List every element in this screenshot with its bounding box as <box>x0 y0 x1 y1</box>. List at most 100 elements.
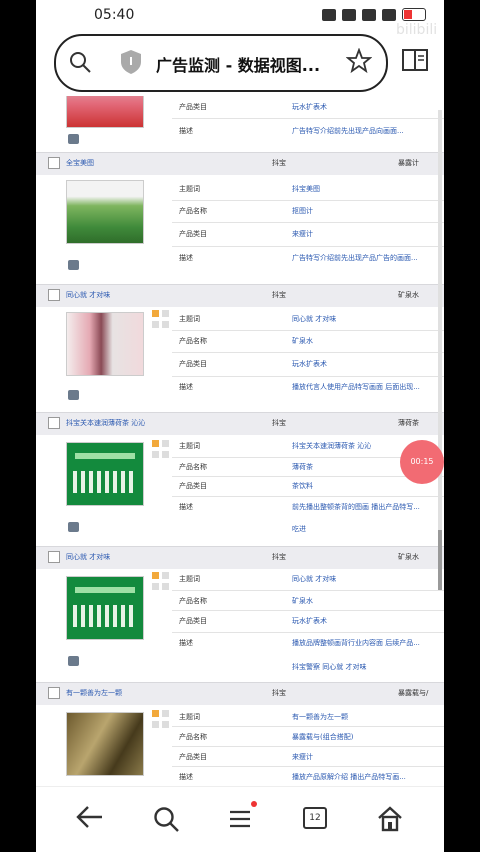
shop-icon[interactable] <box>68 656 79 666</box>
tag-icon <box>152 572 159 579</box>
field-label: 描述 <box>179 639 193 647</box>
field-value: 抖宝警察 同心就 才对味 <box>292 663 367 671</box>
notification-icon <box>322 8 336 21</box>
row-checkbox[interactable] <box>48 687 60 699</box>
tag-icon <box>162 710 169 717</box>
ad-title-link[interactable]: 同心就 才对味 <box>66 552 110 562</box>
ad-thumbnail[interactable] <box>66 312 144 376</box>
field-value[interactable]: 薄荷茶 <box>292 462 313 472</box>
search-icon[interactable] <box>152 805 180 833</box>
field-value[interactable]: 矿泉水 <box>292 596 313 606</box>
reader-mode-icon[interactable] <box>402 48 428 72</box>
scrollbar-thumb[interactable] <box>438 530 442 590</box>
tabs-button[interactable]: 12 <box>303 807 327 829</box>
row-checkbox[interactable] <box>48 551 60 563</box>
field-value: 广告特写介绍前先出现产品广告的画面... <box>292 254 418 262</box>
menu-icon[interactable] <box>228 809 252 829</box>
phone-screen: 05:40 bilibili 广告监测 - 数据视图... 产品类目 玩水扩表术… <box>36 0 444 852</box>
floating-timer-button[interactable]: 00:15 <box>400 440 444 484</box>
ad-thumbnail[interactable] <box>66 180 144 244</box>
notification-dot <box>251 801 257 807</box>
field-value[interactable]: 来瘦计 <box>292 229 313 239</box>
row-header: 抖宝关本速润薄荷茶 沁沁 抖宝 薄荷茶 <box>36 412 444 435</box>
field-label: 主题词 <box>179 442 200 450</box>
field-label: 产品名称 <box>179 463 207 471</box>
field-label: 产品名称 <box>179 733 207 741</box>
ad-title-link[interactable]: 同心就 才对味 <box>66 290 110 300</box>
field-label: 描述 <box>179 383 193 391</box>
search-icon[interactable] <box>68 50 92 74</box>
field-label: 主题词 <box>179 315 200 323</box>
row-header: 全宝美图 抖宝 暴露计 <box>36 152 444 175</box>
page-title[interactable]: 广告监测 - 数据视图... <box>156 52 320 76</box>
ad-thumbnail[interactable] <box>66 442 144 506</box>
shop-icon[interactable] <box>68 134 79 144</box>
field-label: 产品类目 <box>179 482 207 490</box>
signal-icon <box>382 8 396 21</box>
field-value: 播放代言人使用产品特写画面 后面出现... <box>292 383 420 391</box>
shield-icon <box>121 50 141 74</box>
home-icon[interactable] <box>376 805 404 833</box>
field-value: 吃进 <box>292 525 306 533</box>
ad-title-link[interactable]: 有一颗善为左一颗 <box>66 688 122 698</box>
tag-icon <box>162 440 169 447</box>
watermark: bilibili <box>396 22 438 38</box>
shop-icon[interactable] <box>68 522 79 532</box>
field-value[interactable]: 同心就 才对味 <box>292 314 336 324</box>
tag-icon <box>152 583 159 590</box>
field-label: 产品类目 <box>179 103 207 111</box>
field-value[interactable]: 同心就 才对味 <box>292 574 336 584</box>
ad-thumbnail[interactable] <box>66 96 144 128</box>
tag-icon <box>152 310 159 317</box>
field-label: 产品名称 <box>179 337 207 345</box>
address-bar[interactable]: 广告监测 - 数据视图... <box>54 34 388 92</box>
brand-cell: 抖宝 <box>272 553 286 561</box>
star-icon[interactable] <box>346 48 372 74</box>
field-label: 主题词 <box>179 185 200 193</box>
table-row: 全宝美图 抖宝 暴露计 主题词 抖宝美图 产品名称 抠图计 产品类目 来瘦计 描… <box>36 152 444 284</box>
ad-title-link[interactable]: 抖宝关本速润薄荷茶 沁沁 <box>66 418 145 428</box>
field-label: 描述 <box>179 503 193 511</box>
field-value[interactable]: 暴露载与(组合搭配) <box>292 732 353 742</box>
status-icons <box>322 8 426 21</box>
ad-thumbnail[interactable] <box>66 576 144 640</box>
field-value[interactable]: 抖宝关本速润薄荷茶 沁沁 <box>292 441 371 451</box>
field-value[interactable]: 来瘦计 <box>292 752 313 762</box>
scrollbar[interactable] <box>438 110 442 590</box>
tag-icon <box>162 451 169 458</box>
battery-icon <box>402 8 426 21</box>
brand-cell: 抖宝 <box>272 291 286 299</box>
bottom-navigation: 12 <box>36 786 444 852</box>
tag-icon <box>162 310 169 317</box>
row-checkbox[interactable] <box>48 289 60 301</box>
product-cell: 矿泉水 <box>398 553 419 561</box>
shop-icon[interactable] <box>68 390 79 400</box>
field-label: 产品类目 <box>179 617 207 625</box>
back-arrow-icon[interactable] <box>76 805 104 829</box>
row-checkbox[interactable] <box>48 417 60 429</box>
tag-icon <box>162 721 169 728</box>
field-value[interactable]: 玩水扩表术 <box>292 616 327 626</box>
row-header: 同心就 才对味 抖宝 矿泉水 <box>36 284 444 307</box>
product-cell: 暴露载与/ <box>398 689 429 697</box>
field-value[interactable]: 玩水扩表术 <box>292 102 327 112</box>
table-row: 抖宝关本速润薄荷茶 沁沁 抖宝 薄荷茶 主题词 抖宝关本速润薄荷茶 沁沁 产品名… <box>36 412 444 546</box>
field-value: 前先播出整顿茶背的图画 播出产品特写... <box>292 503 420 511</box>
row-checkbox[interactable] <box>48 157 60 169</box>
field-value[interactable]: 矿泉水 <box>292 336 313 346</box>
field-value[interactable]: 玩水扩表术 <box>292 359 327 369</box>
list-item: 产品类目 玩水扩表术 描述 广告特写介绍前先出现产品向画面... <box>36 96 444 154</box>
field-label: 产品类目 <box>179 360 207 368</box>
field-value[interactable]: 有一颗善为左一颗 <box>292 712 348 722</box>
shop-icon[interactable] <box>68 260 79 270</box>
field-label: 主题词 <box>179 713 200 721</box>
brand-cell: 抖宝 <box>272 159 286 167</box>
field-value[interactable]: 抖宝美图 <box>292 184 320 194</box>
ad-title-link[interactable]: 全宝美图 <box>66 158 94 168</box>
table-row: 有一颗善为左一颗 抖宝 暴露载与/ 主题词 有一颗善为左一颗 产品名称 暴露载与… <box>36 682 444 786</box>
field-value[interactable]: 抠图计 <box>292 206 313 216</box>
field-value[interactable]: 茶饮料 <box>292 481 313 491</box>
field-label: 产品名称 <box>179 597 207 605</box>
ad-thumbnail[interactable] <box>66 712 144 776</box>
wifi-icon <box>362 8 376 21</box>
